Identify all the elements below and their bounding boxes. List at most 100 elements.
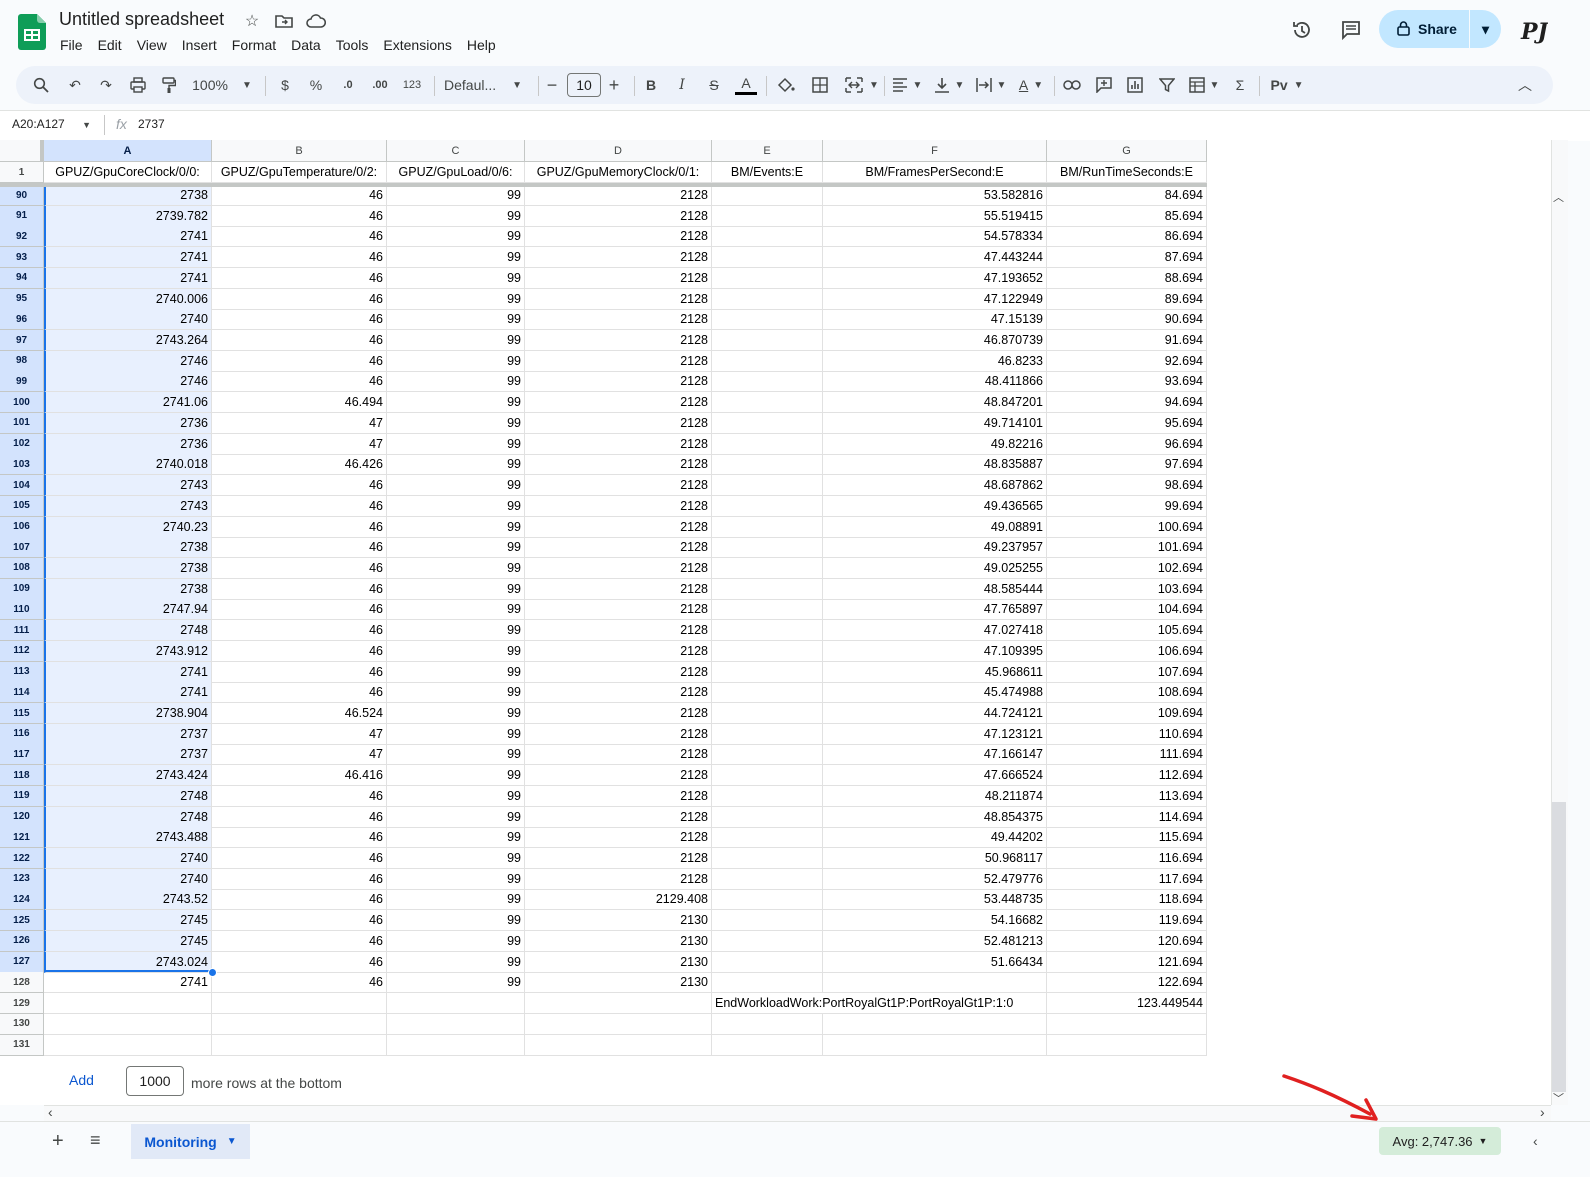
cell-e[interactable] xyxy=(712,1013,823,1035)
cell-a[interactable]: 2743.52 xyxy=(44,889,212,911)
cell-b[interactable]: 46 xyxy=(212,288,387,310)
cell-d[interactable]: 2128 xyxy=(525,868,712,890)
cell-f[interactable] xyxy=(823,1034,1047,1056)
cell-g[interactable]: 101.694 xyxy=(1047,537,1207,559)
cell-b[interactable]: 46 xyxy=(212,247,387,269)
side-panel-toggle-icon[interactable]: ‹ xyxy=(1533,1133,1538,1149)
cell-f[interactable] xyxy=(823,1013,1047,1035)
cell-d[interactable]: 2128 xyxy=(525,475,712,497)
cell-e[interactable] xyxy=(712,1034,823,1056)
cell-b[interactable]: 46.426 xyxy=(212,454,387,476)
cell-g[interactable]: 114.694 xyxy=(1047,806,1207,828)
add-sheet-icon[interactable]: + xyxy=(52,1130,64,1153)
cell-c[interactable]: 99 xyxy=(387,350,525,372)
cell-f[interactable]: 49.44202 xyxy=(823,827,1047,849)
cell-a[interactable]: 2741 xyxy=(44,247,212,269)
cell-c[interactable]: 99 xyxy=(387,578,525,600)
column-header-b[interactable]: B xyxy=(212,140,387,162)
move-folder-icon[interactable] xyxy=(273,10,295,32)
cell-a[interactable]: 2743 xyxy=(44,475,212,497)
cell-a[interactable]: 2738 xyxy=(44,537,212,559)
cell-a[interactable]: 2738.904 xyxy=(44,703,212,724)
cell-a[interactable]: 2740.23 xyxy=(44,516,212,538)
cell-c[interactable]: 99 xyxy=(387,682,525,704)
cell-e[interactable] xyxy=(712,930,823,952)
cell-g[interactable]: 113.694 xyxy=(1047,785,1207,807)
share-main[interactable]: Share xyxy=(1379,10,1469,48)
cell-d[interactable]: 2128 xyxy=(525,848,712,870)
cell-g[interactable]: 94.694 xyxy=(1047,392,1207,414)
cell-e[interactable] xyxy=(712,392,823,414)
cell-f[interactable]: 49.08891 xyxy=(823,516,1047,538)
cell-f[interactable]: 49.025255 xyxy=(823,557,1047,579)
cell-b[interactable]: 46 xyxy=(212,889,387,911)
cell-d[interactable]: 2128 xyxy=(525,723,712,745)
row-number[interactable]: 100 xyxy=(0,392,44,414)
row-number[interactable]: 115 xyxy=(0,703,44,724)
cell-g[interactable]: 109.694 xyxy=(1047,703,1207,724)
cell-c[interactable]: 99 xyxy=(387,185,525,206)
cell-c[interactable] xyxy=(387,1013,525,1035)
cell-e[interactable] xyxy=(712,495,823,517)
cell-b[interactable]: 46 xyxy=(212,620,387,642)
row-number[interactable]: 99 xyxy=(0,371,44,393)
cell-a[interactable]: 2743.912 xyxy=(44,640,212,662)
scroll-right-icon[interactable]: › xyxy=(1540,1104,1545,1120)
cell-e[interactable]: EndWorkloadWork:PortRoyalGt1P:PortRoyalG… xyxy=(712,993,1013,1015)
decrease-decimal-button[interactable]: .0 xyxy=(337,66,359,104)
cell-f[interactable]: 48.411866 xyxy=(823,371,1047,393)
cell-e[interactable] xyxy=(712,910,823,932)
cell-a[interactable]: 2738 xyxy=(44,557,212,579)
cell-e[interactable] xyxy=(712,744,823,766)
cell-g[interactable] xyxy=(1047,1034,1207,1056)
cell-b[interactable]: 46 xyxy=(212,868,387,890)
cell-g[interactable]: 122.694 xyxy=(1047,972,1207,994)
cell-a[interactable]: 2741 xyxy=(44,682,212,704)
cell-a[interactable]: 2743.424 xyxy=(44,765,212,787)
cell-g[interactable]: 85.694 xyxy=(1047,205,1207,227)
cell-a[interactable]: 2745 xyxy=(44,910,212,932)
cell-g[interactable]: 118.694 xyxy=(1047,889,1207,911)
cell-b[interactable]: 46 xyxy=(212,599,387,621)
italic-button[interactable]: I xyxy=(671,66,693,104)
cell-c[interactable]: 99 xyxy=(387,454,525,476)
cell-b[interactable]: 46 xyxy=(212,785,387,807)
header-cell[interactable]: BM/Events:E xyxy=(712,162,823,183)
cell-a[interactable]: 2743.264 xyxy=(44,330,212,352)
cell-f[interactable]: 47.122949 xyxy=(823,288,1047,310)
cell-c[interactable]: 99 xyxy=(387,475,525,497)
cell-g[interactable]: 112.694 xyxy=(1047,765,1207,787)
fill-color-icon[interactable] xyxy=(775,66,797,104)
menu-file[interactable]: File xyxy=(60,37,91,53)
share-dropdown-icon[interactable]: ▾ xyxy=(1470,21,1501,38)
cell-g[interactable]: 107.694 xyxy=(1047,661,1207,683)
row-number[interactable]: 94 xyxy=(0,267,44,289)
cell-g[interactable]: 123.449544 xyxy=(1047,993,1207,1015)
cell-a[interactable]: 2748 xyxy=(44,806,212,828)
star-icon[interactable]: ☆ xyxy=(241,10,263,32)
cell-a[interactable]: 2748 xyxy=(44,620,212,642)
cell-e[interactable] xyxy=(712,620,823,642)
cell-d[interactable]: 2128 xyxy=(525,682,712,704)
header-cell[interactable]: BM/RunTimeSeconds:E xyxy=(1047,162,1207,183)
collapse-menus-icon[interactable]: ︿ xyxy=(1514,66,1536,104)
menu-format[interactable]: Format xyxy=(232,37,284,53)
cell-d[interactable]: 2130 xyxy=(525,972,712,994)
cell-e[interactable] xyxy=(712,309,823,331)
cell-b[interactable]: 46 xyxy=(212,640,387,662)
cell-g[interactable]: 103.694 xyxy=(1047,578,1207,600)
row-number[interactable]: 118 xyxy=(0,765,44,787)
cell-b[interactable]: 46 xyxy=(212,557,387,579)
cell-f[interactable]: 48.835887 xyxy=(823,454,1047,476)
cell-f[interactable]: 49.436565 xyxy=(823,495,1047,517)
cell-f[interactable]: 47.666524 xyxy=(823,765,1047,787)
search-menus-icon[interactable] xyxy=(30,66,52,104)
cell-b[interactable]: 46.494 xyxy=(212,392,387,414)
cell-e[interactable] xyxy=(712,972,823,994)
cell-e[interactable] xyxy=(712,599,823,621)
cell-c[interactable]: 99 xyxy=(387,537,525,559)
cell-a[interactable]: 2748 xyxy=(44,785,212,807)
row-number[interactable]: 90 xyxy=(0,185,44,206)
row-number[interactable]: 122 xyxy=(0,848,44,870)
cell-c[interactable]: 99 xyxy=(387,433,525,455)
